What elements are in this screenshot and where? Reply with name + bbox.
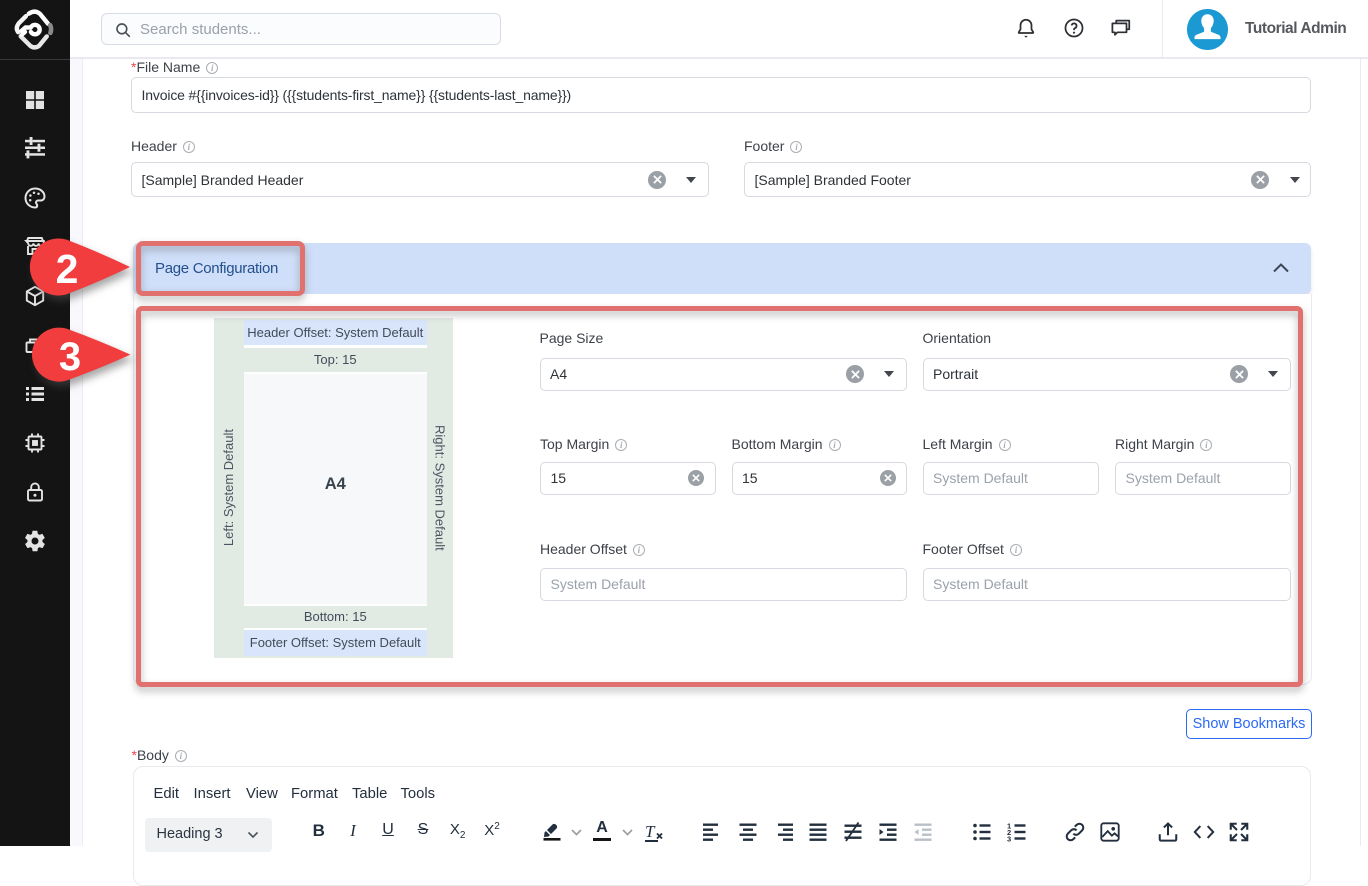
- svg-text:2: 2: [56, 246, 79, 292]
- svg-text:T: T: [645, 822, 656, 841]
- svg-text:3: 3: [59, 335, 81, 379]
- svg-text:3: 3: [1007, 835, 1011, 843]
